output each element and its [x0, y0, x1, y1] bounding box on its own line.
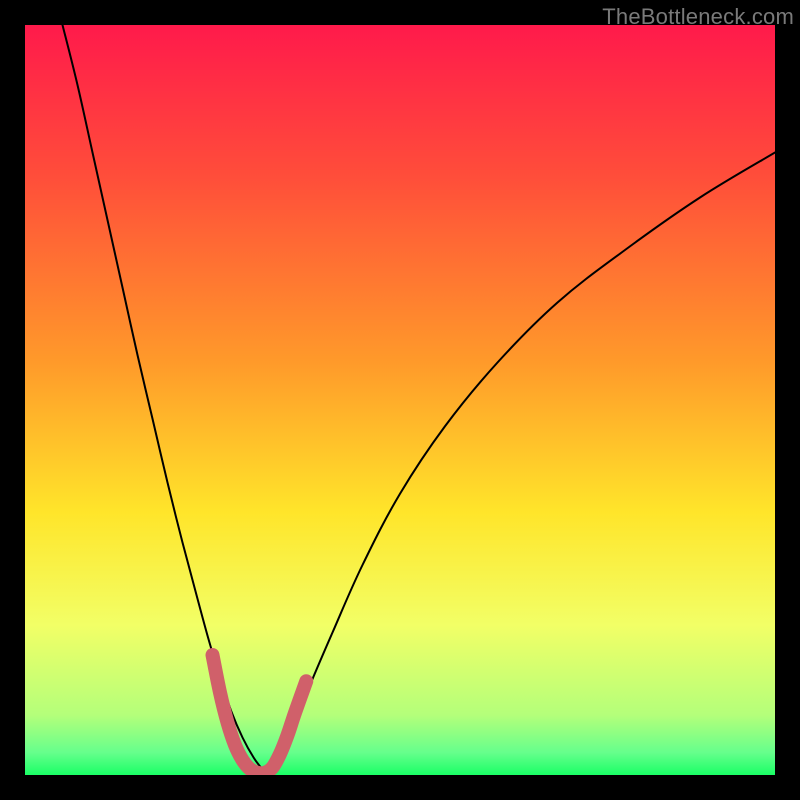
bottleneck-chart — [25, 25, 775, 775]
chart-area — [25, 25, 775, 775]
gradient-background — [25, 25, 775, 775]
watermark-text: TheBottleneck.com — [602, 4, 794, 30]
